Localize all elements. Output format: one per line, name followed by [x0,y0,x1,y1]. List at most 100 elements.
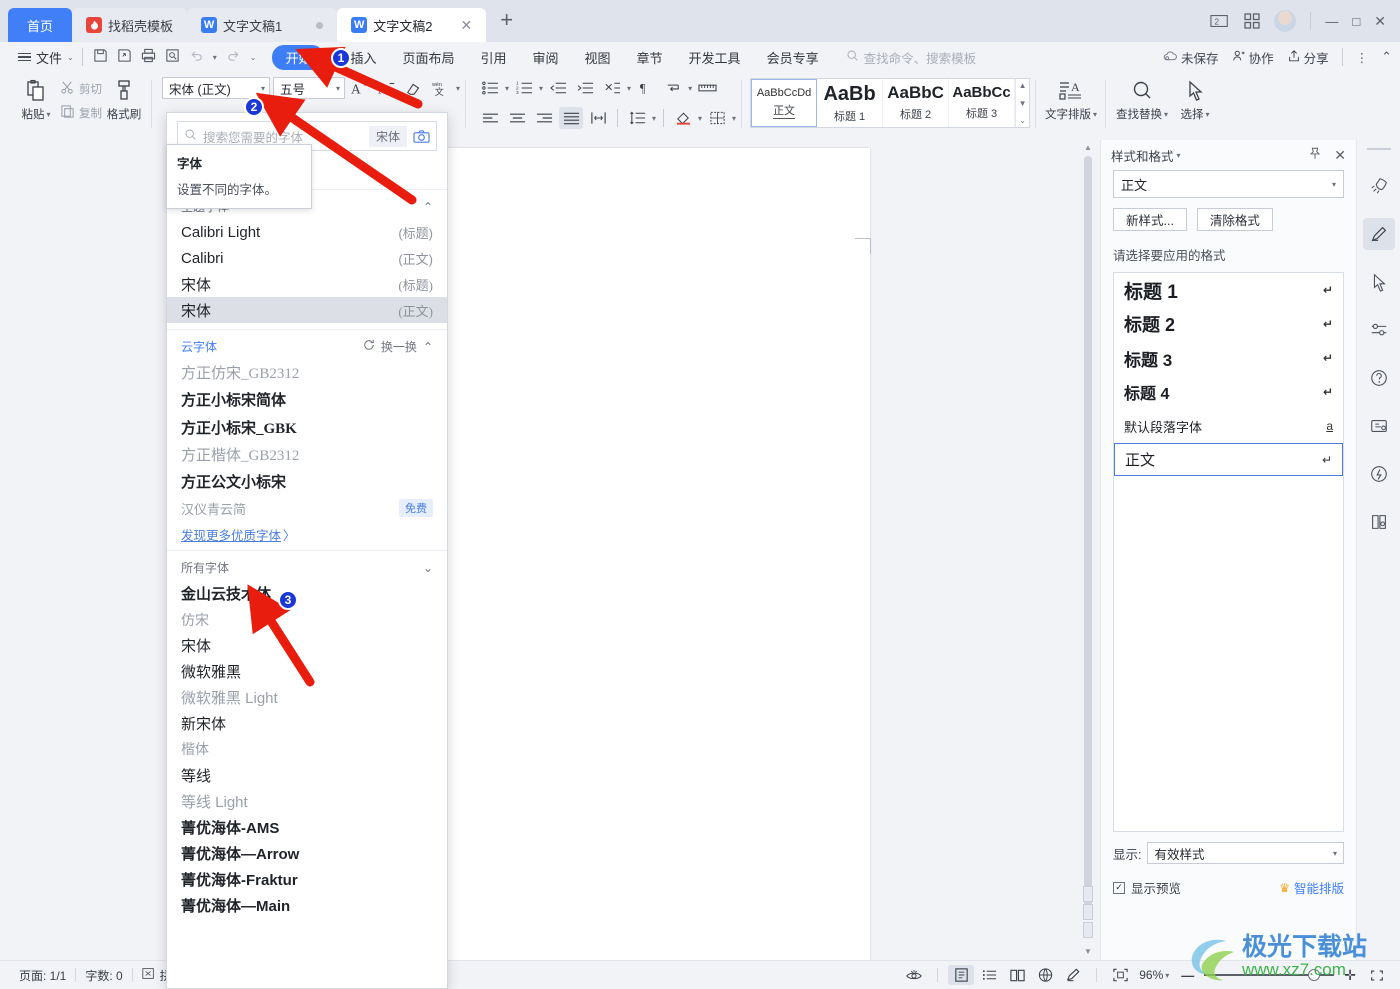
distribute-icon[interactable] [586,107,610,129]
font-item[interactable]: 宋体 [167,632,447,658]
apps-grid-icon[interactable] [1244,13,1261,29]
font-item[interactable]: 宋体 (标题) [167,271,447,297]
font-item[interactable]: 仿宋 [167,607,447,632]
tab-doc2[interactable]: W 文字文稿2 ✕ [337,8,487,42]
tab-review[interactable]: 审阅 [520,45,572,70]
font-item[interactable]: 菁优海体—Main [167,892,447,918]
font-item[interactable]: 微软雅黑 Light [167,684,447,710]
prev-page-button[interactable] [1083,886,1093,902]
avatar[interactable] [1274,10,1297,32]
camera-icon[interactable] [413,129,430,144]
collaborate-button[interactable]: 协作 [1232,48,1274,67]
collapse-icon[interactable]: ⌃ [423,340,433,354]
tab-doc1[interactable]: W 文字文稿1 [187,8,338,42]
list-item[interactable]: 标题 2 ↵ [1114,307,1343,341]
show-filter-combobox[interactable]: 有效样式 ▾ [1147,842,1344,864]
font-item[interactable]: 方正小标宋_GBK [167,413,447,441]
tab-close-icon[interactable]: ✕ [460,17,472,34]
tab-section[interactable]: 章节 [624,45,676,70]
command-search[interactable]: 查找命令、搜索模板 [846,48,976,67]
font-item[interactable]: 菁优海体-AMS [167,814,447,840]
skill-icon[interactable] [1363,458,1395,490]
save-as-icon[interactable] [117,48,132,66]
font-size-combobox[interactable]: 五号 ▾ [273,77,345,99]
show-marks-icon[interactable]: ¶ [634,77,658,99]
font-item[interactable]: 等线 [167,762,447,788]
align-left-icon[interactable] [478,107,502,129]
font-item[interactable]: 楷体 [167,736,447,762]
numbered-list-icon[interactable]: 123 [512,77,536,99]
style-item-heading3[interactable]: AaBbCc 标题 3 [949,79,1016,127]
font-section-all-header[interactable]: 所有字体 ⌄ [167,550,447,580]
find-replace-button[interactable]: 查找替换 ▾ [1112,74,1172,122]
font-item[interactable]: 汉仪青云简 免费 [167,495,447,521]
tab-member-exclusive[interactable]: 会员专享 [754,45,832,70]
font-dropdown-panel[interactable]: 搜索您需要的字体 宋体 微软雅黑 Light 主题字体 ⌃ Calibri Li… [166,112,448,989]
cursor-icon[interactable] [1363,266,1395,298]
close-window-button[interactable]: ✕ [1374,13,1386,30]
font-item[interactable]: 新宋体 [167,710,447,736]
line-break-icon[interactable] [661,77,685,99]
page-nav-button[interactable] [1083,904,1093,920]
ruler-icon[interactable] [695,77,719,99]
style-item-heading1[interactable]: AaBb 标题 1 [817,79,884,127]
list-item[interactable]: 标题 1 ↵ [1114,273,1343,307]
font-item[interactable]: 方正楷体_GB2312 [167,441,447,467]
read-view-icon[interactable] [1004,965,1030,985]
tab-view[interactable]: 视图 [572,45,624,70]
resource-icon[interactable] [1363,410,1395,442]
zoom-slider[interactable] [1204,969,1335,981]
panel-title[interactable]: 样式和格式 ▾ [1111,146,1181,165]
chevron-down-icon[interactable]: ▾ [1177,151,1181,160]
chevron-down-icon[interactable]: ▾ [732,114,736,123]
more-options-icon[interactable]: ⋮ [1356,50,1369,65]
shrink-font-button[interactable]: A [375,77,399,99]
collapse-ribbon-icon[interactable]: ⌃ [1381,49,1392,65]
font-item[interactable]: 菁优海体—Arrow [167,840,447,866]
share-button[interactable]: 分享 [1287,48,1329,67]
fit-page-icon[interactable] [1107,965,1133,985]
style-item-body[interactable]: AaBbCcDd 正文 [751,79,818,127]
tab-home[interactable]: 首页 [8,8,72,42]
increase-indent-icon[interactable] [573,77,597,99]
refresh-label[interactable]: 换一换 [381,338,417,355]
unsaved-status[interactable]: 未保存 [1163,48,1219,67]
new-tab-button[interactable]: + [486,7,527,35]
clear-format-icon[interactable] [402,77,426,99]
eye-icon[interactable] [901,965,927,985]
font-item[interactable]: 方正公文小标宋 [167,467,447,495]
align-right-icon[interactable] [532,107,556,129]
chevron-down-icon[interactable]: ▾ [688,84,692,93]
select-button[interactable]: 选择 ▾ [1172,74,1218,122]
grow-font-button[interactable]: A [348,77,372,99]
list-item-selected[interactable]: 正文 ↵ [1114,443,1343,476]
tab-page-layout[interactable]: 页面布局 [389,45,467,70]
scroll-down-icon[interactable]: ▼ [1019,99,1027,108]
chevron-down-icon[interactable]: ▾ [698,114,702,123]
style-item-heading2[interactable]: AaBbC 标题 2 [883,79,950,127]
customize-qat-icon[interactable]: ⌄ [250,53,257,62]
zoom-level[interactable]: 96% [1139,968,1163,982]
document-vertical-scrollbar[interactable]: ▲ ▼ [1082,140,1094,960]
outline-view-icon[interactable] [976,965,1002,985]
save-icon[interactable] [93,48,108,66]
font-item[interactable]: 菁优海体-Fraktur [167,866,447,892]
minimize-button[interactable]: — [1325,14,1338,29]
rocket-icon[interactable] [1363,170,1395,202]
copy-button[interactable]: 复制 [60,104,102,122]
page-view-icon[interactable] [948,965,975,985]
shading-icon[interactable] [671,107,695,129]
book-icon[interactable] [1363,506,1395,538]
collapse-icon[interactable]: ⌄ [423,561,433,575]
print-icon[interactable] [141,48,156,66]
chevron-down-icon[interactable]: ▾ [505,84,509,93]
font-item[interactable]: 金山云技术体 [167,580,447,607]
show-preview-checkbox[interactable]: ✓ 显示预览 [1113,878,1181,897]
smart-layout-link[interactable]: ♛ 智能排版 [1279,878,1344,897]
help-icon[interactable] [1363,362,1395,394]
format-painter-button[interactable]: 格式刷 [102,74,146,122]
font-item[interactable]: 等线 Light [167,788,447,814]
borders-icon[interactable] [705,107,729,129]
font-item[interactable]: Calibri Light (标题) [167,219,447,245]
tab-references[interactable]: 引用 [467,45,519,70]
